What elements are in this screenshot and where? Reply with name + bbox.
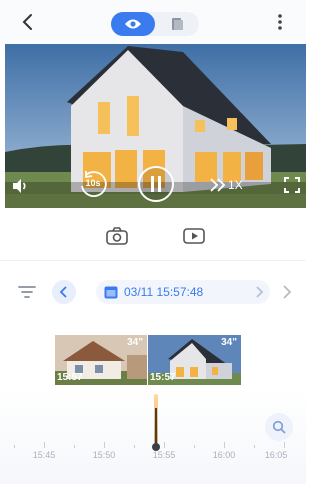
- timeline-tick: [104, 442, 105, 448]
- search-icon: [272, 420, 286, 434]
- pause-button[interactable]: [137, 165, 175, 203]
- fast-forward-icon[interactable]: [210, 178, 226, 192]
- timeline-tick: [224, 442, 225, 448]
- timeline[interactable]: 15:45 15:50 15:55 16:00 16:05: [0, 388, 306, 484]
- timeline-label: 16:05: [264, 450, 288, 460]
- video-record-icon[interactable]: [183, 227, 205, 245]
- clip-duration: 34": [221, 337, 237, 348]
- previous-day-button[interactable]: [52, 280, 76, 304]
- calendar-icon: [104, 286, 118, 299]
- playback-speed[interactable]: 1X: [228, 178, 243, 192]
- rewind-10s-button[interactable]: 10s: [78, 169, 108, 199]
- video-player[interactable]: 10s 1X: [5, 44, 306, 208]
- eye-icon[interactable]: [124, 17, 142, 31]
- chevron-right-icon: [256, 286, 264, 298]
- camera-icon[interactable]: [106, 227, 128, 245]
- vertical-dots-icon[interactable]: [270, 12, 290, 32]
- playhead-handle[interactable]: [152, 443, 160, 451]
- next-day-button[interactable]: [246, 280, 270, 304]
- records-icon[interactable]: [169, 17, 185, 31]
- timeline-tick: [74, 445, 75, 448]
- timeline-tick: [254, 445, 255, 448]
- timeline-tick: [44, 442, 45, 448]
- action-toolbar: [0, 208, 306, 260]
- clip-thumbnail[interactable]: 34" 15:57: [148, 335, 241, 385]
- date-bar: 03/11 15:57:48: [0, 270, 306, 314]
- clip-time: 15:57: [57, 372, 83, 383]
- timeline-label: 15:50: [92, 450, 116, 460]
- date-picker[interactable]: 03/11 15:57:48: [96, 280, 266, 304]
- filter-icon[interactable]: [18, 284, 36, 300]
- volume-icon[interactable]: [11, 177, 29, 195]
- view-mode-toggle: [111, 12, 199, 36]
- chevron-right-icon[interactable]: [280, 284, 294, 300]
- timeline-tick: [284, 442, 285, 448]
- timeline-tick: [194, 445, 195, 448]
- section-divider: [0, 260, 306, 261]
- timeline-tick: [14, 445, 15, 448]
- timeline-label: 16:00: [212, 450, 236, 460]
- clip-thumbnail[interactable]: 34" 15:57: [55, 335, 147, 385]
- chevron-left-icon[interactable]: [18, 12, 38, 32]
- top-bar: [0, 0, 306, 44]
- timeline-label: 15:45: [32, 450, 56, 460]
- timeline-tick: [134, 445, 135, 448]
- date-time-label: 03/11 15:57:48: [124, 285, 204, 299]
- clip-duration: 34": [127, 337, 143, 348]
- playhead[interactable]: [155, 408, 157, 446]
- timeline-tick: [164, 442, 165, 448]
- clip-time: 15:57: [150, 372, 176, 383]
- rewind-label: 10s: [85, 178, 101, 188]
- chevron-left-icon: [59, 286, 67, 298]
- fullscreen-icon[interactable]: [284, 177, 300, 193]
- zoom-button[interactable]: [265, 413, 293, 441]
- timeline-label: 15:55: [152, 450, 176, 460]
